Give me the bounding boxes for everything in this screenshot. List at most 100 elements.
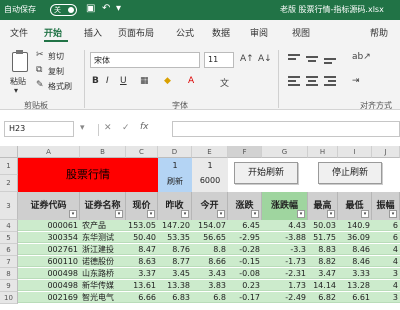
table-cell[interactable]: 8.63 (126, 256, 158, 267)
orientation-icon[interactable]: ab↗ (352, 52, 371, 62)
table-cell[interactable]: 东华测试 (80, 232, 126, 243)
table-cell[interactable]: 50.03 (308, 220, 338, 231)
table-cell[interactable]: 山东路桥 (80, 268, 126, 279)
table-cell[interactable]: 8.77 (158, 256, 192, 267)
header-change[interactable]: 涨跌 ▾ (228, 192, 262, 220)
row-header-7[interactable]: 7 (0, 256, 18, 268)
header-high[interactable]: 最高 ▾ (308, 192, 338, 220)
paste-icon[interactable] (12, 50, 28, 72)
row-header-3[interactable]: 3 (0, 192, 18, 220)
table-cell[interactable]: -0.15 (228, 256, 262, 267)
table-cell[interactable]: 3 (372, 268, 400, 279)
table-cell[interactable]: 13.61 (126, 280, 158, 291)
table-cell[interactable]: 农产品 (80, 220, 126, 231)
table-cell[interactable]: -0.08 (228, 268, 262, 279)
table-cell[interactable]: 600110 (18, 256, 80, 267)
table-cell[interactable]: 000061 (18, 220, 80, 231)
filter-dropdown-icon[interactable]: ▾ (115, 210, 123, 218)
table-cell[interactable]: 8.82 (308, 256, 338, 267)
refresh-flag-cell[interactable]: 1 刷新 (158, 158, 192, 192)
autosave-toggle[interactable]: 关 (50, 4, 77, 16)
format-painter-button[interactable]: 格式刷 (48, 81, 72, 92)
column-header-d[interactable]: D (158, 146, 192, 158)
table-cell[interactable]: -3.88 (262, 232, 308, 243)
table-cell[interactable]: 51.75 (308, 232, 338, 243)
stop-refresh-button[interactable]: 停止刷新 (318, 162, 382, 184)
header-amplitude[interactable]: 振幅 ▾ (372, 192, 400, 220)
italic-button[interactable]: I (106, 76, 109, 86)
table-cell[interactable]: 3.43 (192, 268, 228, 279)
table-cell[interactable]: -1.73 (262, 256, 308, 267)
tab-help[interactable]: 帮助 (370, 26, 388, 39)
table-cell[interactable]: 8.46 (338, 244, 372, 255)
table-cell[interactable]: 3.45 (158, 268, 192, 279)
filter-dropdown-icon[interactable]: ▾ (389, 210, 397, 218)
table-cell[interactable]: 154.07 (192, 220, 228, 231)
table-cell[interactable]: 000498 (18, 280, 80, 291)
save-icon[interactable]: ▣ (86, 3, 95, 14)
table-cell[interactable]: 000498 (18, 268, 80, 279)
header-low[interactable]: 最低 ▾ (338, 192, 372, 220)
tab-insert[interactable]: 插入 (84, 26, 102, 39)
table-cell[interactable]: 147.20 (158, 220, 192, 231)
table-cell[interactable]: -3.3 (262, 244, 308, 255)
filter-dropdown-icon[interactable]: ▾ (327, 210, 335, 218)
table-cell[interactable]: 53.35 (158, 232, 192, 243)
tab-data[interactable]: 数据 (212, 26, 230, 39)
bold-button[interactable]: B (92, 76, 99, 86)
table-cell[interactable]: 6.83 (158, 292, 192, 303)
phonetic-icon[interactable]: 文 (220, 76, 229, 89)
table-cell[interactable]: 3 (372, 292, 400, 303)
table-cell[interactable]: 4 (372, 244, 400, 255)
table-cell[interactable]: 4 (372, 256, 400, 267)
paste-dropdown-icon[interactable]: ▾ (14, 86, 18, 95)
table-cell[interactable]: -2.31 (262, 268, 308, 279)
row-header-9[interactable]: 9 (0, 280, 18, 292)
table-cell[interactable]: 6.66 (126, 292, 158, 303)
table-cell[interactable]: 002761 (18, 244, 80, 255)
table-cell[interactable]: 6 (372, 220, 400, 231)
header-stock-code[interactable]: 证券代码 ▾ (18, 192, 80, 220)
shrink-font-icon[interactable]: A↓ (258, 54, 272, 64)
column-header-f[interactable]: F (228, 146, 262, 158)
table-cell[interactable]: 8.76 (158, 244, 192, 255)
title-banner-cell[interactable]: 股票行情 (18, 158, 158, 192)
column-header-b[interactable]: B (80, 146, 126, 158)
table-cell[interactable]: 3.47 (308, 268, 338, 279)
tab-home[interactable]: 开始 (44, 26, 62, 39)
table-cell[interactable]: 6 (372, 232, 400, 243)
column-header-g[interactable]: G (262, 146, 308, 158)
header-change-pct[interactable]: 涨跌幅 ▾ (262, 192, 308, 220)
table-cell[interactable]: -2.95 (228, 232, 262, 243)
table-cell[interactable]: 浙江建投 (80, 244, 126, 255)
row-header-1[interactable]: 1 (0, 158, 18, 175)
font-size-select[interactable]: 11 (204, 52, 234, 68)
column-header-a[interactable]: A (18, 146, 80, 158)
table-cell[interactable]: 新华传媒 (80, 280, 126, 291)
tab-view[interactable]: 视图 (292, 26, 310, 39)
table-cell[interactable]: -0.28 (228, 244, 262, 255)
header-price[interactable]: 现价 ▾ (126, 192, 158, 220)
header-stock-name[interactable]: 证券名称 ▾ (80, 192, 126, 220)
table-cell[interactable]: 13.28 (338, 280, 372, 291)
name-box-dropdown-icon[interactable]: ▾ (80, 123, 85, 133)
table-cell[interactable]: 智光电气 (80, 292, 126, 303)
table-cell[interactable]: 300354 (18, 232, 80, 243)
table-cell[interactable]: 诺德股份 (80, 256, 126, 267)
table-cell[interactable]: 4 (372, 280, 400, 291)
filter-dropdown-icon[interactable]: ▾ (217, 210, 225, 218)
borders-icon[interactable]: ▦ (140, 76, 149, 86)
table-cell[interactable]: 153.05 (126, 220, 158, 231)
column-header-h[interactable]: H (308, 146, 338, 158)
table-cell[interactable]: -0.17 (228, 292, 262, 303)
table-cell[interactable]: 0.23 (228, 280, 262, 291)
quick-access-dropdown-icon[interactable]: ▾ (116, 3, 121, 14)
table-cell[interactable]: 14.14 (308, 280, 338, 291)
tab-page-layout[interactable]: 页面布局 (118, 26, 154, 39)
table-cell[interactable]: 6.45 (228, 220, 262, 231)
row-header-4[interactable]: 4 (0, 220, 18, 232)
format-painter-icon[interactable]: ✎ (36, 80, 44, 90)
copy-icon[interactable]: ⧉ (36, 65, 42, 75)
table-cell[interactable]: 8.46 (338, 256, 372, 267)
column-header-i[interactable]: I (338, 146, 372, 158)
